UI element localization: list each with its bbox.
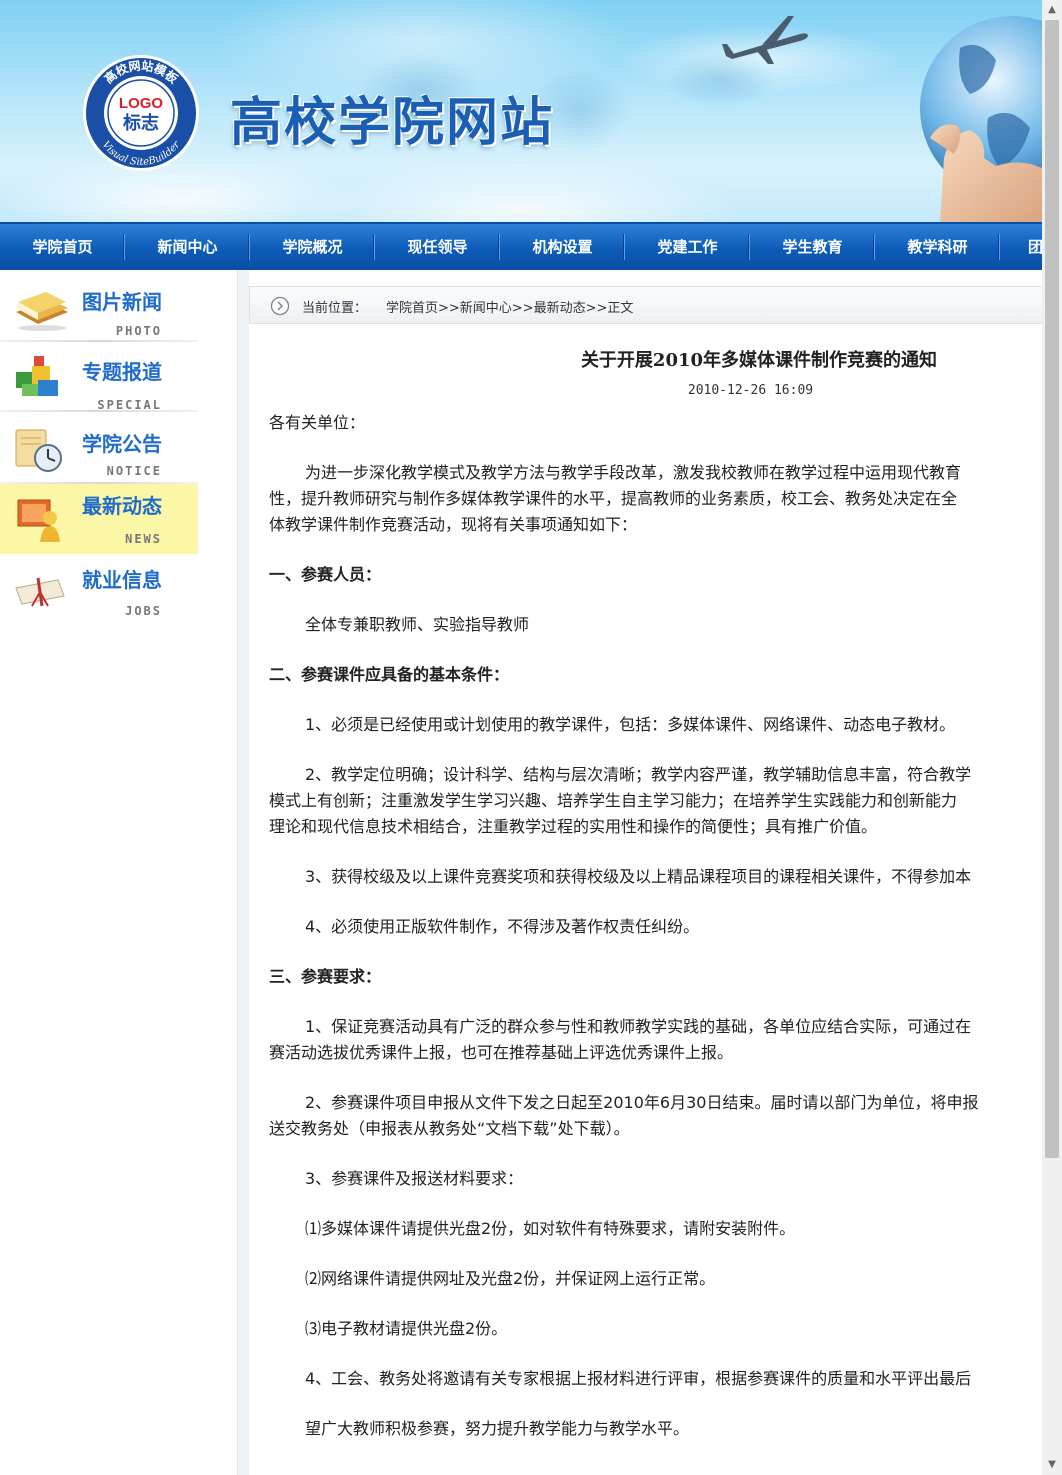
sidebar-item-employment[interactable]: 就业信息 JOBS [0,556,198,626]
sidebar-item-label: 就业信息 [82,568,162,592]
breadcrumb: 当前位置： 学院首页>>新闻中心>>最新动态>>正文 [249,286,1042,324]
sidebar-item-label: 最新动态 [82,494,162,518]
main-nav: 学院首页 新闻中心 学院概况 现任领导 机构设置 党建工作 学生教育 教学科研 … [0,222,1042,270]
books-icon [16,292,68,331]
article-paragraph: 1、必须是已经使用或计划使用的教学课件，包括：多媒体课件、网络课件、动态电子教材… [305,715,956,734]
nav-item-leaders[interactable]: 现任领导 [375,224,500,270]
article-paragraph: 送交教务处（申报表从教务处“文档下载”处下载）。 [269,1119,630,1138]
site-title: 高校学院网站 [230,92,555,153]
nav-item-teaching-research[interactable]: 教学科研 [875,224,1000,270]
article-paragraph: 4、必须使用正版软件制作，不得涉及著作权责任纠纷。 [305,917,700,936]
column-gutter [238,270,249,1475]
vertical-scrollbar[interactable]: ▲ ▼ [1042,0,1062,1475]
article-paragraph: 赛活动选拔优秀课件上报，也可在推荐基础上评选优秀课件上报。 [269,1043,734,1062]
article-section-heading: 一、参赛人员： [269,565,382,584]
article-paragraph: 3、获得校级及以上课件竞赛奖项和获得校级及以上精品课程项目的课程相关课件，不得参… [305,867,972,886]
sidebar-item-sublabel: NOTICE [106,464,162,478]
nav-item-youth-league[interactable]: 团 [1000,224,1042,270]
site-banner: 高校网站模板 Visual SiteBuilder LOGO 标志 高校学院网站 [0,0,1042,222]
article-section-heading: 三、参赛要求： [269,967,382,986]
sidebar-item-photo-news[interactable]: 图片新闻 PHOTO [0,272,198,342]
article-paragraph: 2、教学定位明确；设计科学、结构与层次清晰；教学内容严谨，教学辅助信息丰富，符合… [305,765,972,784]
site-logo-seal[interactable]: 高校网站模板 Visual SiteBuilder LOGO 标志 [80,52,202,174]
article-paragraph: ⑴多媒体课件请提供光盘2份，如对软件有特殊要求，请附安装附件。 [305,1219,796,1238]
clock-notice-icon [15,429,62,472]
article-date: 2010-12-26 16:09 [687,383,814,398]
article-paragraph: 全体专兼职教师、实验指导教师 [305,615,530,634]
chevron-right-circle-icon [270,296,290,316]
airplane-icon [722,16,808,64]
breadcrumb-path[interactable]: 学院首页>>新闻中心>>最新动态>>正文 [386,297,633,316]
person-board-icon [17,499,60,542]
globe-in-hand-icon [920,16,1042,222]
sidebar-item-sublabel: PHOTO [115,324,162,338]
article-paragraph: 体教学课件制作竞赛活动，现将有关事项通知如下： [269,515,638,534]
article-paragraph: 性，提升教师研究与制作多媒体教学课件的水平，提高教师的业务素质，校工会、教务处决… [269,489,958,508]
article-paragraph: 4、工会、教务处将邀请有关专家根据上报材料进行评审，根据参赛课件的质量和水平评出… [305,1369,972,1388]
nav-item-party-work[interactable]: 党建工作 [625,224,750,270]
logo-text: LOGO [119,95,163,112]
article-title: 关于开展2010年多媒体课件制作竞赛的通知 [580,350,938,371]
sidebar-item-sublabel: NEWS [125,532,162,546]
article-paragraph: 模式上有创新；注重激发学生学习兴趣、培养学生自主学习能力；在培养学生实践能力和创… [269,791,958,810]
nav-item-organization[interactable]: 机构设置 [500,224,625,270]
sidebar-item-latest-news[interactable]: 最新动态 NEWS [0,484,198,554]
sidebar-item-notices[interactable]: 学院公告 NOTICE [0,414,198,484]
nav-item-overview[interactable]: 学院概况 [250,224,375,270]
article-paragraph: 3、参赛课件及报送材料要求： [305,1169,524,1188]
breadcrumb-label: 当前位置： [302,301,368,316]
sidebar-divider [0,410,198,412]
sidebar-item-sublabel: JOBS [125,604,162,618]
article-paragraph: 为进一步深化教学模式及教学方法与教学手段改革，激发我校教师在教学过程中运用现代教… [305,463,962,482]
article-paragraph: 1、保证竞赛活动具有广泛的群众参与性和教师教学实践的基础，各单位应结合实际，可通… [305,1017,972,1036]
scrollbar-thumb[interactable] [1045,20,1059,1158]
article-salutation: 各有关单位： [269,413,366,432]
article-closing: 望广大教师积极参赛，努力提升教学能力与教学水平。 [305,1419,690,1438]
nav-item-home[interactable]: 学院首页 [0,224,125,270]
article-paragraph: ⑵网络课件请提供网址及光盘2份，并保证网上运行正常。 [305,1269,716,1288]
logo-sub-text: 标志 [122,112,159,134]
sidebar-item-label: 学院公告 [82,432,162,456]
scroll-up-arrow-icon[interactable]: ▲ [1042,0,1062,20]
article-panel: 当前位置： 学院首页>>新闻中心>>最新动态>>正文 关于开展2010年多媒体课… [249,270,1042,1475]
article-body: 各有关单位： 为进一步深化教学模式及教学方法与教学手段改革，激发我校教师在教学过… [269,410,1042,1442]
diploma-icon [15,577,65,607]
article-paragraph: 理论和现代信息技术相结合，注重教学过程的实用性和操作的简便性；具有推广价值。 [269,817,878,836]
sidebar-item-label: 专题报道 [82,360,162,384]
sidebar: 图片新闻 PHOTO 专题报道 SPECIAL 学院公告 NOTICE 最新动态… [0,270,238,1475]
blocks-icon [16,356,58,396]
article-section-heading: 二、参赛课件应具备的基本条件： [269,665,510,684]
article-paragraph: ⑶电子教材请提供光盘2份。 [305,1319,508,1338]
article-paragraph: 2、参赛课件项目申报从文件下发之日起至2010年6月30日结束。届时请以部门为单… [305,1093,979,1112]
nav-item-news-center[interactable]: 新闻中心 [125,224,250,270]
scroll-down-arrow-icon[interactable]: ▼ [1042,1455,1062,1475]
sidebar-item-special-reports[interactable]: 专题报道 SPECIAL [0,342,198,412]
nav-item-student-education[interactable]: 学生教育 [750,224,875,270]
sidebar-item-label: 图片新闻 [82,290,162,314]
